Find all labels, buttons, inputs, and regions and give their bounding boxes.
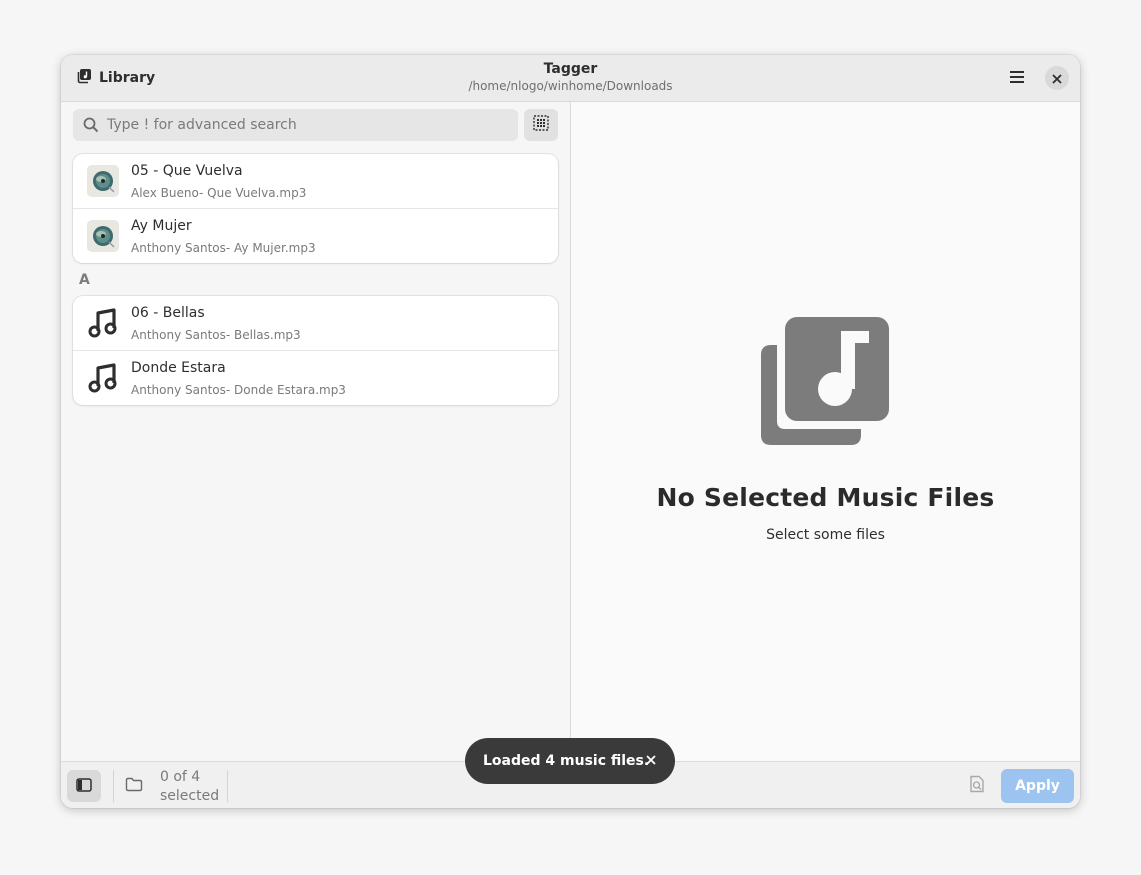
- song-title: Donde Estara: [131, 360, 226, 376]
- window-title-block: Tagger /home/nlogo/winhome/Downloads: [61, 61, 1080, 94]
- list-item[interactable]: 05 - Que Vuelva Alex Bueno- Que Vuelva.m…: [73, 154, 558, 209]
- main-menu-button[interactable]: [1002, 69, 1032, 87]
- header-bar: Library Tagger /home/nlogo/winhome/Downl…: [61, 55, 1080, 102]
- status-description: Select some files: [766, 527, 885, 543]
- close-icon: [1052, 69, 1062, 88]
- song-title: Ay Mujer: [131, 218, 192, 234]
- toggle-sidebar-button[interactable]: [67, 770, 101, 802]
- toast-notification: Loaded 4 music files.: [465, 738, 675, 784]
- toast-close-icon[interactable]: [643, 752, 659, 768]
- music-note-icon: [87, 362, 119, 394]
- song-filename: Anthony Santos- Donde Estara.mp3: [131, 383, 346, 397]
- song-title: 06 - Bellas: [131, 305, 205, 321]
- song-filename: Alex Bueno- Que Vuelva.mp3: [131, 186, 307, 200]
- music-library-icon: [761, 317, 889, 445]
- open-folder-button[interactable]: [123, 776, 145, 796]
- editor-status-page: No Selected Music Files Select some file…: [571, 102, 1080, 761]
- document-revert-icon: [969, 775, 985, 797]
- search-icon: [81, 115, 101, 135]
- tagger-window: Library Tagger /home/nlogo/winhome/Downl…: [61, 55, 1080, 808]
- selection-count: 0 of 4 selected: [160, 768, 220, 806]
- song-filename: Anthony Santos- Bellas.mp3: [131, 328, 301, 342]
- section-header: A: [79, 272, 90, 288]
- apply-button[interactable]: Apply: [1001, 769, 1074, 803]
- selection-count-line1: 0 of 4: [160, 769, 201, 785]
- toast-message: Loaded 4 music files.: [483, 753, 650, 769]
- sidebar-icon: [76, 777, 92, 796]
- album-art: [87, 165, 119, 197]
- search-bar[interactable]: [73, 109, 518, 141]
- music-note-icon: [87, 307, 119, 339]
- list-item[interactable]: 06 - Bellas Anthony Santos- Bellas.mp3: [73, 296, 558, 351]
- selection-count-line2: selected: [160, 788, 220, 804]
- folder-icon: [125, 777, 143, 796]
- selection-mode-icon: [533, 115, 549, 135]
- album-art: [87, 220, 119, 252]
- list-item[interactable]: Donde Estara Anthony Santos- Donde Estar…: [73, 351, 558, 405]
- close-window-button[interactable]: [1045, 66, 1069, 90]
- song-title: 05 - Que Vuelva: [131, 163, 243, 179]
- selection-mode-button[interactable]: [524, 109, 558, 141]
- file-list-sidebar: 05 - Que Vuelva Alex Bueno- Que Vuelva.m…: [61, 102, 571, 761]
- file-group-card: 06 - Bellas Anthony Santos- Bellas.mp3 D…: [73, 296, 558, 405]
- window-subtitle-path: /home/nlogo/winhome/Downloads: [468, 79, 673, 93]
- hamburger-menu-icon: [1009, 69, 1025, 88]
- list-item[interactable]: Ay Mujer Anthony Santos- Ay Mujer.mp3: [73, 209, 558, 263]
- status-title: No Selected Music Files: [656, 483, 995, 512]
- discard-changes-button[interactable]: [965, 775, 989, 797]
- window-title: Tagger: [543, 61, 598, 77]
- search-input[interactable]: [105, 116, 509, 134]
- divider: [113, 770, 114, 802]
- song-filename: Anthony Santos- Ay Mujer.mp3: [131, 241, 316, 255]
- divider: [227, 770, 228, 802]
- file-group-card: 05 - Que Vuelva Alex Bueno- Que Vuelva.m…: [73, 154, 558, 263]
